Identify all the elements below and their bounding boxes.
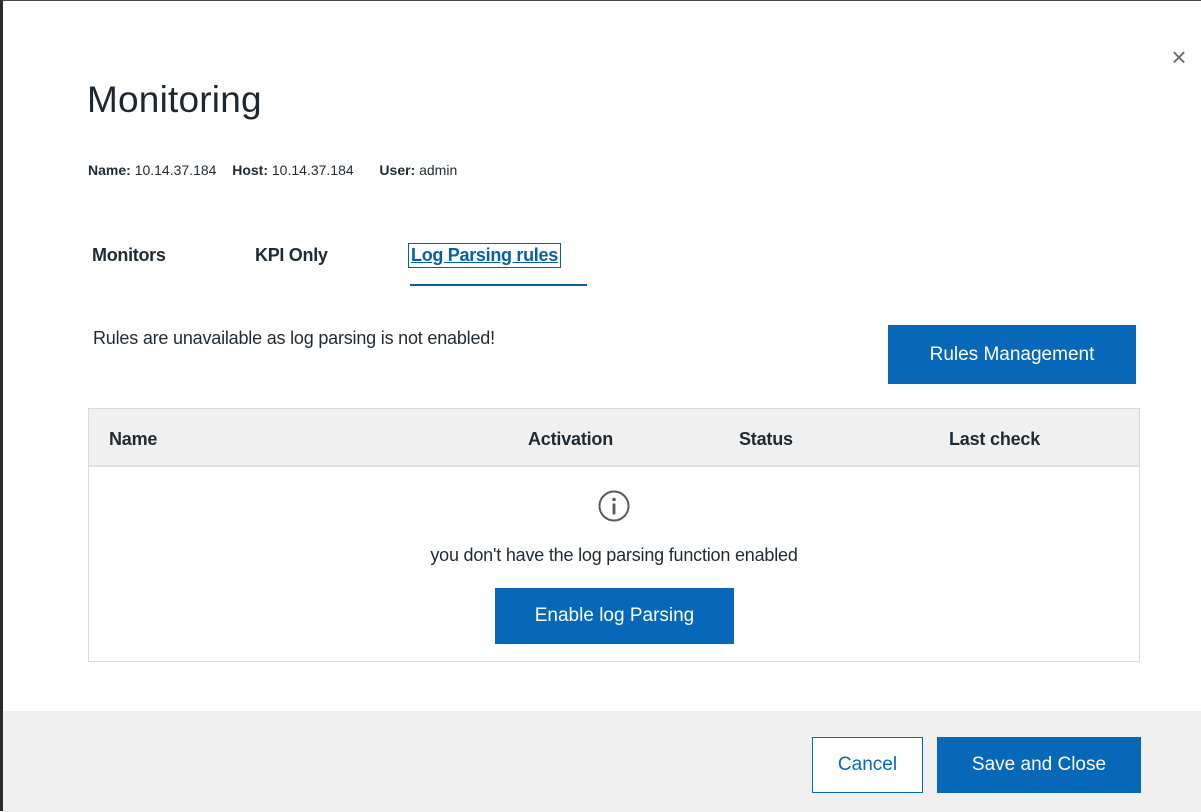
table-header: Name Activation Status Last check	[89, 409, 1139, 467]
dialog-footer: Cancel Save and Close	[3, 711, 1201, 812]
close-icon[interactable]: ×	[1167, 43, 1191, 71]
column-header-status[interactable]: Status	[739, 429, 793, 450]
rules-management-button[interactable]: Rules Management	[888, 325, 1136, 384]
monitoring-dialog: × Monitoring Name: 10.14.37.184 Host: 10…	[0, 0, 1201, 812]
rules-unavailable-notice: Rules are unavailable as log parsing is …	[93, 328, 495, 348]
tab-monitors[interactable]: Monitors	[92, 245, 166, 266]
user-value: admin	[419, 162, 458, 178]
host-value: 10.14.37.184	[271, 162, 354, 178]
active-tab-indicator	[410, 284, 587, 286]
host-meta: Name: 10.14.37.184 Host: 10.14.37.184 Us…	[88, 162, 457, 178]
name-label: Name:	[88, 162, 131, 178]
column-header-name[interactable]: Name	[109, 429, 157, 450]
host-label: Host:	[232, 162, 268, 178]
column-header-last-check[interactable]: Last check	[949, 429, 1040, 450]
name-value: 10.14.37.184	[134, 162, 217, 178]
tab-log-parsing-rules[interactable]: Log Parsing rules	[408, 243, 561, 268]
rules-table: Name Activation Status Last check you do…	[88, 408, 1140, 662]
enable-log-parsing-button[interactable]: Enable log Parsing	[495, 588, 734, 644]
info-icon	[598, 490, 630, 522]
user-label: User:	[379, 162, 416, 178]
tab-kpi-only[interactable]: KPI Only	[255, 245, 328, 266]
dialog-title: Monitoring	[87, 79, 262, 120]
column-header-activation[interactable]: Activation	[528, 429, 613, 450]
empty-state-message: you don't have the log parsing function …	[430, 545, 798, 565]
save-and-close-button[interactable]: Save and Close	[937, 737, 1141, 793]
cancel-button[interactable]: Cancel	[812, 737, 923, 793]
